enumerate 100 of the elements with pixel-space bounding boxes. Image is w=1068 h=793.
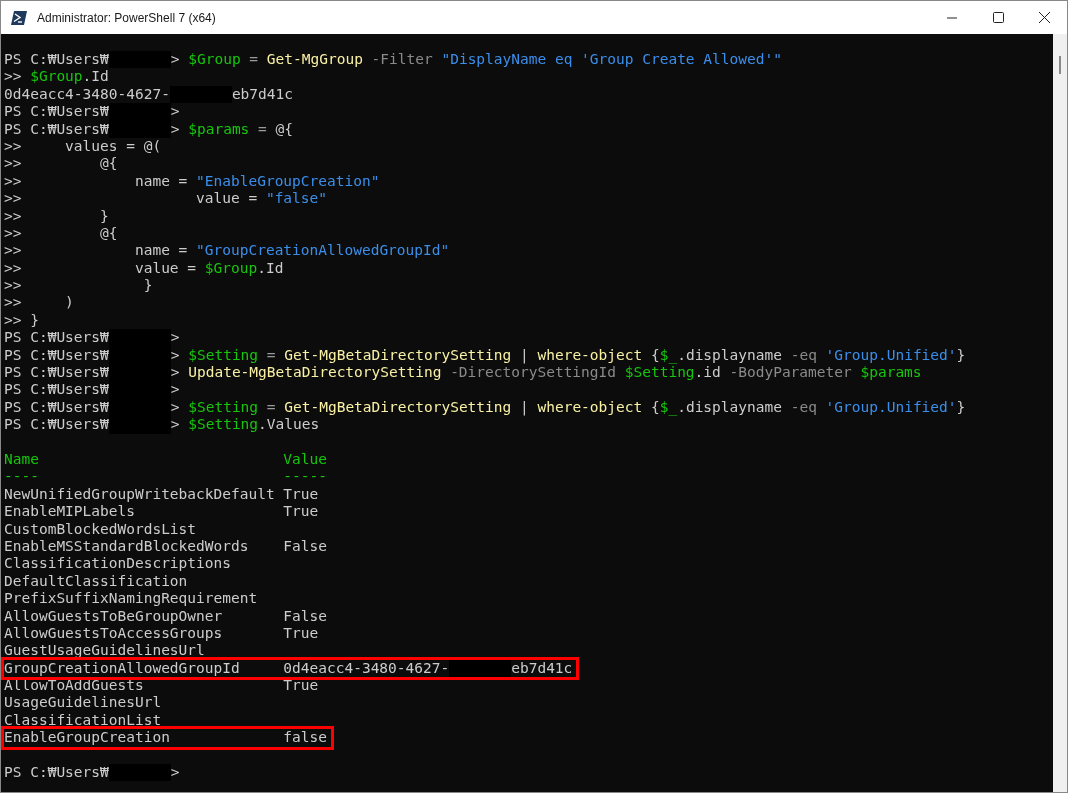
setting-name: ClassificationList — [4, 711, 163, 730]
setting-name: EnableGroupCreation — [4, 729, 171, 747]
prompt-text: PS C:₩Users₩ — [4, 764, 109, 782]
variable-text: $_ — [659, 346, 678, 365]
console-text: True — [283, 485, 319, 504]
prompt-text: PS C:₩Users₩ — [4, 346, 109, 365]
terminal-icon — [11, 10, 27, 25]
console-text: eb7d41c — [511, 659, 573, 678]
console-text: } — [956, 398, 966, 417]
variable-text: $Setting — [188, 416, 259, 434]
console-text: >> values = @( — [4, 137, 162, 156]
parameter-text: -Filter — [371, 51, 434, 69]
operator-text: = — [257, 120, 268, 138]
console-text: .displayname — [677, 346, 783, 365]
header-underline: ---- — [4, 468, 40, 486]
console-text: >> value = — [4, 190, 259, 208]
setting-name: AllowGuestsToAccessGroups — [4, 624, 224, 643]
string-text: 'Group.Unified' — [825, 346, 957, 365]
console-text: > — [170, 416, 181, 434]
console-text: True — [283, 624, 319, 643]
setting-name: EnableMIPLabels — [4, 503, 136, 521]
console-text: False — [283, 607, 327, 625]
command-text: Update-MgBetaDirectorySetting — [188, 364, 443, 382]
command-text: Get-MgBetaDirectorySetting — [284, 398, 512, 417]
console-text: @{ — [275, 120, 293, 138]
console-text: > — [170, 346, 181, 365]
variable-text: $params — [188, 120, 250, 138]
console-text: .id — [694, 364, 722, 382]
console-text: .Id — [257, 259, 284, 278]
command-text: Get-MgGroup — [266, 51, 364, 69]
string-text: "false" — [265, 190, 327, 208]
console-text: { — [649, 346, 660, 365]
variable-text: $Setting — [188, 346, 259, 365]
setting-name: ClassificationDescriptions — [4, 555, 232, 573]
setting-name: NewUnifiedGroupWritebackDefault — [4, 485, 276, 504]
console-text: { — [649, 398, 660, 417]
prompt-text: PS C:₩Users₩ — [4, 120, 109, 138]
parameter-text: -DirectorySettingId — [450, 364, 617, 382]
console-text: .displayname — [677, 398, 783, 417]
prompt-text: PS C:₩Users₩ — [4, 381, 109, 399]
console-text: >> name = — [4, 242, 189, 260]
operator-text: = — [265, 346, 277, 365]
prompt-text: PS C:₩Users₩ — [4, 329, 109, 347]
console-text: 0d4eacc4-3480-4627- — [4, 85, 170, 104]
console-text: 0d4eacc4-3480-4627- — [283, 659, 450, 678]
prompt-text: PS C:₩Users₩ — [4, 416, 109, 434]
prompt-text: PS C:₩Users₩ — [4, 103, 109, 121]
prompt-text: PS C:₩Users₩ — [4, 364, 109, 382]
close-icon — [1038, 12, 1050, 23]
variable-text: $Setting — [188, 398, 259, 417]
redaction-bar — [449, 659, 512, 678]
setting-name: AllowToAddGuests — [4, 677, 145, 695]
console-text: > — [170, 764, 180, 782]
column-header: Name — [4, 451, 40, 469]
console-text: > — [170, 329, 180, 347]
setting-name: EnableMSStandardBlockedWords — [4, 537, 250, 556]
console-text: .Id — [82, 68, 109, 86]
console-text: > — [170, 381, 180, 399]
console-text: True — [283, 503, 319, 521]
setting-name: UsageGuidelinesUrl — [4, 694, 163, 712]
console-text: false — [283, 729, 327, 747]
console-text: eb7d41c — [231, 85, 293, 104]
scrollbar[interactable] — [1053, 34, 1067, 792]
console-text: True — [283, 677, 319, 695]
parameter-text: -eq — [790, 398, 818, 417]
console-text: >> — [4, 68, 23, 86]
variable-text: $_ — [659, 398, 678, 417]
console-text: >> } — [4, 207, 109, 225]
parameter-text: -BodyParameter — [729, 364, 853, 382]
variable-text: $Group — [204, 259, 258, 278]
prompt-text: PS C:₩Users₩ — [4, 398, 109, 417]
console-text: > — [170, 120, 181, 138]
setting-name: GuestUsageGuidelinesUrl — [4, 642, 206, 660]
operator-text: = — [265, 398, 277, 417]
console-text: >> name = — [4, 172, 189, 191]
console-text: .Values — [258, 416, 320, 434]
setting-name: AllowGuestsToBeGroupOwner — [4, 607, 224, 625]
console-text: > — [170, 364, 181, 382]
prompt-text: PS C:₩Users₩ — [4, 51, 109, 69]
variable-text: $Group — [30, 68, 83, 86]
console-text: False — [283, 537, 327, 556]
console-text: >> @{ — [4, 224, 118, 243]
setting-name: PrefixSuffixNamingRequirement — [4, 590, 259, 608]
parameter-text: -eq — [790, 346, 818, 365]
header-underline: ----- — [283, 468, 327, 486]
console-text: | — [519, 398, 530, 417]
variable-text: $Setting — [624, 364, 695, 382]
console-text: >> value = — [4, 259, 198, 278]
string-text: 'Group.Unified' — [825, 398, 957, 417]
console-text: >> } — [4, 277, 153, 295]
setting-name: DefaultClassification — [4, 572, 189, 591]
console-text: } — [956, 346, 966, 365]
column-header: Value — [283, 451, 327, 469]
window-title: Administrator: PowerShell 7 (x64) — [37, 10, 217, 25]
command-text: where-object — [537, 398, 643, 417]
command-text: Get-MgBetaDirectorySetting — [284, 346, 512, 365]
string-text: "EnableGroupCreation" — [196, 172, 380, 191]
string-text: "DisplayName eq 'Group Create Allowed'" — [441, 51, 782, 69]
console-text: > — [170, 398, 181, 417]
setting-name: GroupCreationAllowedGroupId — [4, 659, 241, 678]
